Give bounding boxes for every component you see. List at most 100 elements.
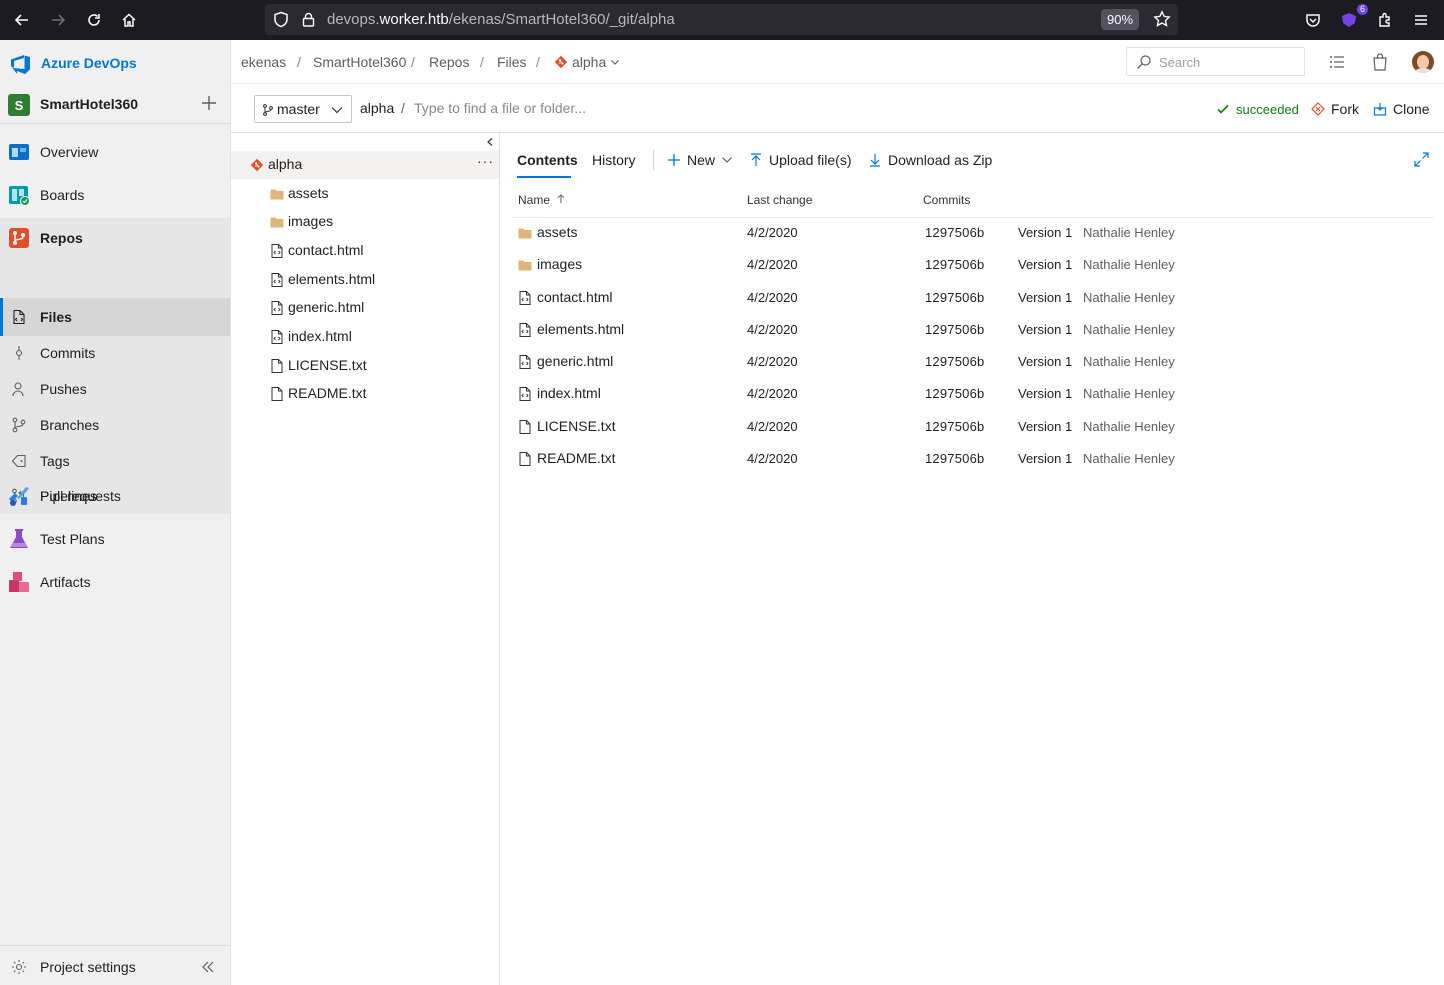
nav-test-plans[interactable]: Test Plans xyxy=(0,523,230,555)
table-row[interactable]: index.html 4/2/2020 1297506b Version 1 Natha… xyxy=(512,378,1434,410)
reload-button[interactable] xyxy=(81,8,107,32)
row-commit-id[interactable]: 1297506b xyxy=(925,354,984,369)
nav-commits[interactable]: Commits xyxy=(0,337,230,369)
column-header-commits[interactable]: Commits xyxy=(923,193,970,207)
tree-item[interactable]: elements.html xyxy=(231,266,499,294)
menu-button[interactable] xyxy=(1408,8,1434,32)
lock-icon[interactable] xyxy=(302,12,315,27)
table-row[interactable]: LICENSE.txt 4/2/2020 1297506b Version 1 Nath… xyxy=(512,411,1434,443)
row-file-name[interactable]: assets xyxy=(537,224,577,240)
row-file-name[interactable]: LICENSE.txt xyxy=(537,418,616,434)
azure-devops-home[interactable]: Azure DevOps xyxy=(10,52,137,74)
table-row[interactable]: contact.html 4/2/2020 1297506b Version 1 Nat… xyxy=(512,282,1434,314)
tracking-protection-icon[interactable] xyxy=(273,11,289,28)
file-search-input[interactable] xyxy=(414,98,814,118)
add-icon[interactable] xyxy=(199,93,219,113)
breadcrumb-org[interactable]: ekenas xyxy=(241,54,286,70)
project-settings[interactable]: Project settings xyxy=(0,945,230,985)
row-file-name[interactable]: images xyxy=(537,256,582,272)
breadcrumb-repo-picker[interactable]: alpha xyxy=(554,53,620,71)
forward-button[interactable] xyxy=(45,8,71,32)
table-row[interactable]: generic.html 4/2/2020 1297506b Version 1 Nat… xyxy=(512,346,1434,378)
nav-artifacts[interactable]: Artifacts xyxy=(0,566,230,598)
gear-icon xyxy=(12,960,26,974)
column-header-name[interactable]: Name xyxy=(518,193,565,207)
row-commit-id[interactable]: 1297506b xyxy=(925,451,984,466)
collapse-nav-icon[interactable] xyxy=(200,959,216,975)
row-file-name[interactable]: contact.html xyxy=(537,289,612,305)
extension-shield-icon xyxy=(1342,13,1356,27)
tree-item[interactable]: images xyxy=(231,208,499,236)
zoom-level[interactable]: 90% xyxy=(1101,9,1139,30)
download-zip-button[interactable]: Download as Zip xyxy=(868,149,992,171)
extensions-button[interactable] xyxy=(1372,8,1398,32)
code-file-icon xyxy=(271,273,283,287)
task-list-icon[interactable] xyxy=(1329,54,1345,70)
extension-button[interactable]: 6 xyxy=(1336,4,1368,32)
nav-files[interactable]: Files xyxy=(0,301,230,333)
url-bar[interactable]: devops.worker.htb/ekenas/SmartHotel360/_… xyxy=(265,4,1178,35)
home-button[interactable] xyxy=(116,8,142,32)
fork-label: Fork xyxy=(1331,101,1359,117)
breadcrumb-files[interactable]: Files xyxy=(497,54,527,70)
table-row[interactable]: images 4/2/2020 1297506b Version 1 Nathalie … xyxy=(512,249,1434,281)
row-last-change: 4/2/2020 xyxy=(747,354,798,369)
build-status[interactable]: succeeded xyxy=(1216,100,1299,118)
row-commit-id[interactable]: 1297506b xyxy=(925,225,984,240)
nav-branches[interactable]: Branches xyxy=(0,409,230,441)
row-file-name[interactable]: generic.html xyxy=(537,353,613,369)
breadcrumb-project[interactable]: SmartHotel360 xyxy=(313,54,406,70)
tree-item-label: contact.html xyxy=(288,242,364,258)
nav-pushes[interactable]: Pushes xyxy=(0,373,230,405)
tree-item[interactable]: contact.html xyxy=(231,237,499,265)
row-commit-id[interactable]: 1297506b xyxy=(925,257,984,272)
row-commit-id[interactable]: 1297506b xyxy=(925,386,984,401)
row-file-name[interactable]: elements.html xyxy=(537,321,624,337)
more-options-icon[interactable]: ··· xyxy=(477,153,494,169)
new-button[interactable]: New xyxy=(667,149,733,171)
tab-history[interactable]: History xyxy=(592,152,636,168)
chevron-down-icon xyxy=(331,107,343,114)
collapse-tree-icon[interactable] xyxy=(485,137,495,147)
nav-label: Pipelines xyxy=(40,488,97,504)
shopping-bag-icon[interactable] xyxy=(1372,53,1388,71)
row-commit-id[interactable]: 1297506b xyxy=(925,290,984,305)
row-commit-id[interactable]: 1297506b xyxy=(925,419,984,434)
back-button[interactable] xyxy=(9,8,35,32)
nav-tags[interactable]: Tags xyxy=(0,445,230,477)
tree-item[interactable]: assets xyxy=(231,180,499,208)
project-switcher[interactable]: S SmartHotel360 xyxy=(0,86,231,124)
bookmark-star-icon[interactable] xyxy=(1153,10,1171,28)
nav-pipelines[interactable]: Pipelines xyxy=(0,480,230,512)
tree-item[interactable]: index.html xyxy=(231,323,499,351)
search-input[interactable] xyxy=(1159,53,1299,71)
tree-root[interactable]: alpha ··· xyxy=(231,151,499,179)
table-row[interactable]: elements.html 4/2/2020 1297506b Version 1 Na… xyxy=(512,314,1434,346)
tree-item[interactable]: README.txt xyxy=(231,380,499,408)
url-text[interactable]: devops.worker.htb/ekenas/SmartHotel360/_… xyxy=(327,11,675,28)
user-avatar[interactable] xyxy=(1412,51,1434,73)
clone-button[interactable]: Clone xyxy=(1373,100,1430,118)
project-name: SmartHotel360 xyxy=(40,96,139,112)
path-root[interactable]: alpha xyxy=(360,100,394,116)
tree-item[interactable]: LICENSE.txt xyxy=(231,352,499,380)
branch-picker[interactable]: master xyxy=(254,95,352,123)
search-box[interactable] xyxy=(1126,47,1305,76)
nav-overview[interactable]: Overview xyxy=(0,136,230,168)
nav-boards[interactable]: Boards xyxy=(0,179,230,211)
breadcrumb-repos[interactable]: Repos xyxy=(429,54,469,70)
row-file-name[interactable]: index.html xyxy=(537,385,601,401)
nav-repos[interactable]: Repos xyxy=(0,222,230,254)
column-header-last-change[interactable]: Last change xyxy=(747,193,812,207)
fork-button[interactable]: Fork xyxy=(1311,100,1359,118)
fullscreen-icon[interactable] xyxy=(1414,152,1429,167)
row-file-name[interactable]: README.txt xyxy=(537,450,616,466)
table-row[interactable]: assets 4/2/2020 1297506b Version 1 Nathalie … xyxy=(512,217,1434,249)
tree-item[interactable]: generic.html xyxy=(231,294,499,322)
upload-button[interactable]: Upload file(s) xyxy=(749,149,851,171)
table-row[interactable]: README.txt 4/2/2020 1297506b Version 1 Natha… xyxy=(512,443,1434,475)
row-commit-id[interactable]: 1297506b xyxy=(925,322,984,337)
row-commit-author: Nathalie Henley xyxy=(1083,386,1175,401)
pocket-button[interactable] xyxy=(1300,8,1326,32)
tab-contents[interactable]: Contents xyxy=(517,152,578,168)
